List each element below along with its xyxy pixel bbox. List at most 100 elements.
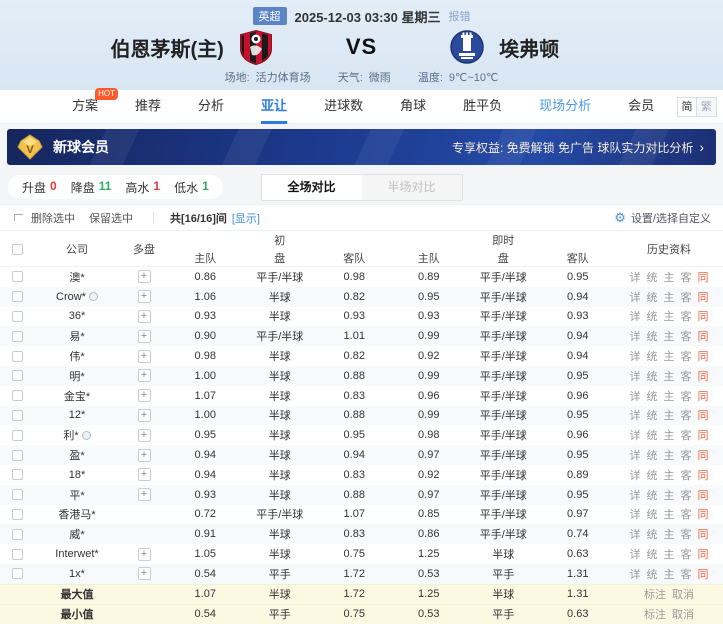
history-link-stats[interactable]: 统 xyxy=(647,506,658,522)
history-link-same[interactable]: 同 xyxy=(698,447,709,463)
history-link-home[interactable]: 主 xyxy=(664,388,675,404)
company-cell[interactable]: 平* xyxy=(34,487,120,503)
company-cell[interactable]: Crow* xyxy=(34,291,120,303)
history-link-away[interactable]: 客 xyxy=(681,407,692,423)
history-link-same[interactable]: 同 xyxy=(698,566,709,582)
history-link-away[interactable]: 客 xyxy=(681,348,692,364)
history-link-detail[interactable]: 详 xyxy=(630,566,641,582)
nav-item-win-draw-lose[interactable]: 胜平负 xyxy=(463,90,502,124)
history-link-same[interactable]: 同 xyxy=(698,407,709,423)
company-cell[interactable]: 金宝* xyxy=(34,388,120,404)
history-link-stats[interactable]: 统 xyxy=(647,308,658,324)
history-link-away[interactable]: 客 xyxy=(681,388,692,404)
history-link-stats[interactable]: 统 xyxy=(647,447,658,463)
history-link-detail[interactable]: 详 xyxy=(630,269,641,285)
mark-link[interactable]: 标注 xyxy=(644,606,666,622)
history-link-same[interactable]: 同 xyxy=(698,526,709,542)
history-link-stats[interactable]: 统 xyxy=(647,427,658,443)
company-cell[interactable]: 威* xyxy=(34,526,120,542)
company-cell[interactable]: 伟* xyxy=(34,348,120,364)
history-link-away[interactable]: 客 xyxy=(681,308,692,324)
cancel-link[interactable]: 取消 xyxy=(672,586,694,602)
nav-item-live-analysis[interactable]: 现场分析 xyxy=(539,90,591,124)
nav-item-goals[interactable]: 进球数 xyxy=(324,90,363,124)
history-link-home[interactable]: 主 xyxy=(664,289,675,305)
nav-item-corner[interactable]: 角球 xyxy=(400,90,426,124)
company-cell[interactable]: 18* xyxy=(34,469,120,481)
history-link-same[interactable]: 同 xyxy=(698,368,709,384)
history-link-away[interactable]: 客 xyxy=(681,368,692,384)
history-link-home[interactable]: 主 xyxy=(664,368,675,384)
cancel-link[interactable]: 取消 xyxy=(672,606,694,622)
history-link-home[interactable]: 主 xyxy=(664,308,675,324)
history-link-stats[interactable]: 统 xyxy=(647,368,658,384)
row-checkbox[interactable] xyxy=(12,529,23,540)
history-link-away[interactable]: 客 xyxy=(681,506,692,522)
history-link-away[interactable]: 客 xyxy=(681,487,692,503)
row-checkbox[interactable] xyxy=(12,370,23,381)
history-link-detail[interactable]: 详 xyxy=(630,506,641,522)
tab-half-match[interactable]: 半场对比 xyxy=(362,175,462,200)
expand-multi-button[interactable]: + xyxy=(138,270,151,283)
history-link-stats[interactable]: 统 xyxy=(647,289,658,305)
mark-link[interactable]: 标注 xyxy=(644,586,666,602)
company-cell[interactable]: 明* xyxy=(34,368,120,384)
history-link-detail[interactable]: 详 xyxy=(630,348,641,364)
history-link-stats[interactable]: 统 xyxy=(647,269,658,285)
history-link-detail[interactable]: 详 xyxy=(630,328,641,344)
expand-multi-button[interactable]: + xyxy=(138,468,151,481)
history-link-home[interactable]: 主 xyxy=(664,506,675,522)
history-link-stats[interactable]: 统 xyxy=(647,526,658,542)
expand-multi-button[interactable]: + xyxy=(138,310,151,323)
nav-item-plan[interactable]: 方案HOT xyxy=(72,90,98,124)
history-link-detail[interactable]: 详 xyxy=(630,308,641,324)
row-checkbox[interactable] xyxy=(12,549,23,560)
row-checkbox[interactable] xyxy=(12,311,23,322)
show-link[interactable]: [显示] xyxy=(232,210,260,226)
company-cell[interactable]: 1x* xyxy=(34,568,120,580)
vip-banner[interactable]: V 新球会员 专享权益: 免费解锁 免广告 球队实力对比分析 › xyxy=(7,129,716,165)
expand-multi-button[interactable]: + xyxy=(138,449,151,462)
row-checkbox[interactable] xyxy=(12,410,23,421)
history-link-same[interactable]: 同 xyxy=(698,546,709,562)
row-checkbox[interactable] xyxy=(12,291,23,302)
row-checkbox[interactable] xyxy=(12,331,23,342)
company-cell[interactable]: 香港马* xyxy=(34,506,120,522)
history-link-home[interactable]: 主 xyxy=(664,526,675,542)
expand-multi-button[interactable]: + xyxy=(138,567,151,580)
history-link-detail[interactable]: 详 xyxy=(630,368,641,384)
history-link-stats[interactable]: 统 xyxy=(647,328,658,344)
expand-multi-button[interactable]: + xyxy=(138,369,151,382)
keep-selected-button[interactable]: 保留选中 xyxy=(89,210,133,226)
company-cell[interactable]: 利* xyxy=(34,427,120,443)
history-link-detail[interactable]: 详 xyxy=(630,467,641,483)
expand-multi-button[interactable]: + xyxy=(138,429,151,442)
history-link-stats[interactable]: 统 xyxy=(647,566,658,582)
row-checkbox[interactable] xyxy=(12,390,23,401)
history-link-same[interactable]: 同 xyxy=(698,487,709,503)
history-link-stats[interactable]: 统 xyxy=(647,487,658,503)
history-link-home[interactable]: 主 xyxy=(664,407,675,423)
report-error-link[interactable]: 报错 xyxy=(448,8,470,24)
expand-multi-button[interactable]: + xyxy=(138,488,151,501)
history-link-same[interactable]: 同 xyxy=(698,467,709,483)
company-cell[interactable]: 盈* xyxy=(34,447,120,463)
history-link-home[interactable]: 主 xyxy=(664,427,675,443)
history-link-home[interactable]: 主 xyxy=(664,467,675,483)
company-cell[interactable]: 12* xyxy=(34,409,120,421)
tab-full-match[interactable]: 全场对比 xyxy=(262,175,362,200)
history-link-home[interactable]: 主 xyxy=(664,328,675,344)
history-link-away[interactable]: 客 xyxy=(681,566,692,582)
history-link-stats[interactable]: 统 xyxy=(647,546,658,562)
history-link-detail[interactable]: 详 xyxy=(630,289,641,305)
settings-link[interactable]: ⚙ 设置/选择自定义 xyxy=(614,210,711,226)
row-checkbox[interactable] xyxy=(12,271,23,282)
history-link-away[interactable]: 客 xyxy=(681,526,692,542)
expand-multi-button[interactable]: + xyxy=(138,330,151,343)
history-link-home[interactable]: 主 xyxy=(664,269,675,285)
row-checkbox[interactable] xyxy=(12,351,23,362)
history-link-same[interactable]: 同 xyxy=(698,269,709,285)
history-link-stats[interactable]: 统 xyxy=(647,467,658,483)
nav-item-analysis[interactable]: 分析 xyxy=(198,90,224,124)
history-link-stats[interactable]: 统 xyxy=(647,388,658,404)
